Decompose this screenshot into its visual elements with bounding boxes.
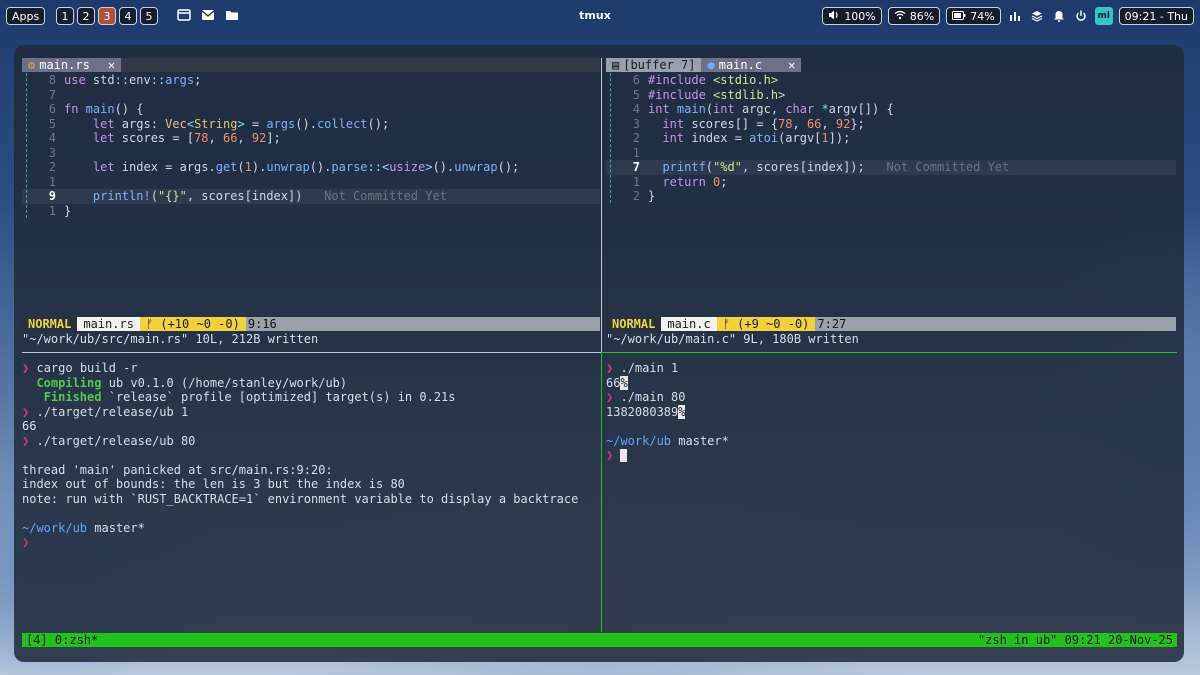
- apps-button[interactable]: Apps: [6, 7, 46, 25]
- workspace-switcher: 1 2 3 4 5: [56, 7, 158, 25]
- ml-badge[interactable]: ml: [1094, 7, 1113, 25]
- folder-icon[interactable]: [224, 7, 240, 23]
- git-diff-summary: ᚠ (+10 ~0 -0): [139, 317, 246, 331]
- wifi-indicator[interactable]: 86%: [887, 7, 941, 25]
- right-editor-tabbar: ▤ [buffer 7] ● main.c ✕: [606, 58, 896, 72]
- right-statusline: NORMAL main.c ᚠ (+9 ~0 -0) 7:27: [606, 317, 1176, 331]
- volume-value: 100%: [844, 9, 876, 23]
- top-panel: Apps 1 2 3 4 5 tmux 100% 86% 74% ml 09:2…: [0, 0, 1200, 32]
- statusline-filename: main.rs: [77, 317, 140, 331]
- workspace-2[interactable]: 2: [77, 7, 95, 25]
- pane-divider-vertical-bottom[interactable]: [601, 352, 602, 632]
- mode-indicator: NORMAL: [22, 317, 78, 331]
- layers-icon[interactable]: [1029, 8, 1045, 24]
- battery-icon: [952, 10, 966, 23]
- tab-label: [buffer 7]: [623, 58, 696, 72]
- battery-indicator[interactable]: 74%: [946, 7, 1001, 25]
- mode-indicator: NORMAL: [606, 317, 662, 331]
- volume-indicator[interactable]: 100%: [822, 7, 882, 25]
- text-cursor: [620, 449, 628, 462]
- system-tray: 100% 86% 74% ml 09:21 - Thu: [822, 7, 1194, 25]
- workspace-4[interactable]: 4: [119, 7, 137, 25]
- wifi-value: 86%: [909, 9, 935, 23]
- git-diff-summary: ᚠ (+9 ~0 -0): [716, 317, 816, 331]
- cursor-position: 7:27: [815, 317, 849, 331]
- bell-icon[interactable]: [1051, 8, 1067, 24]
- close-icon[interactable]: ✕: [788, 58, 795, 72]
- left-statusline: NORMAL main.rs ᚠ (+10 ~0 -0) 9:16: [22, 317, 600, 331]
- rust-file-icon: ⚙: [28, 58, 36, 72]
- tab-label: main.c: [718, 58, 763, 72]
- stats-icon[interactable]: [1007, 8, 1023, 24]
- workspace-3[interactable]: 3: [98, 7, 116, 25]
- tab-main-c[interactable]: ● main.c ✕: [701, 58, 802, 72]
- statusline-filename: main.c: [661, 317, 717, 331]
- tmux-status-right: "zsh in ub" 09:21 20-Nov-25: [977, 633, 1173, 647]
- speaker-icon: [828, 10, 840, 23]
- tab-label: main.rs: [39, 58, 90, 72]
- tab-buffer-7[interactable]: ▤ [buffer 7]: [606, 58, 702, 72]
- pane-divider-vertical-top[interactable]: [601, 58, 602, 352]
- terminal-window: ⚙ main.rs ✕ ▤ [buffer 7] ● main.c ✕ 8 use…: [14, 45, 1184, 662]
- tabbar-fill: [121, 58, 600, 72]
- power-icon[interactable]: [1073, 8, 1089, 24]
- pane-divider-horizontal-right[interactable]: [602, 352, 1177, 353]
- mail-icon[interactable]: [200, 7, 216, 23]
- git-blame-text: Not Committed Yet: [324, 189, 447, 203]
- git-blame-text: Not Committed Yet: [886, 160, 1010, 174]
- window-title: tmux: [579, 9, 611, 22]
- workspace-1[interactable]: 1: [56, 7, 74, 25]
- launcher-icons: [176, 7, 240, 23]
- right-cmdline: "~/work/ub/main.c" 9L, 180B written: [606, 332, 859, 346]
- wifi-icon: [894, 10, 906, 23]
- tab-main-rs[interactable]: ⚙ main.rs ✕: [22, 58, 122, 72]
- left-code-view[interactable]: 8 use std::env::args; 7 6 fn main() { 5 le…: [22, 73, 600, 218]
- close-icon[interactable]: ✕: [108, 58, 115, 72]
- cursor-position: 9:16: [245, 317, 279, 331]
- window-icon[interactable]: [176, 7, 192, 23]
- right-shell-pane[interactable]: ❯ ./main 1 66% ❯ ./main 80 1382080389% ~…: [606, 361, 1176, 463]
- tmux-status-bar: [4] 0:zsh* "zsh in ub" 09:21 20-Nov-25: [22, 633, 1177, 647]
- pane-divider-horizontal-left[interactable]: [22, 352, 601, 353]
- tmux-window-list[interactable]: [4] 0:zsh*: [22, 633, 98, 647]
- left-editor-tabbar: ⚙ main.rs ✕: [22, 58, 600, 72]
- workspace-5[interactable]: 5: [140, 7, 158, 25]
- right-code-view[interactable]: 6 #include <stdio.h> 5 #include <stdlib.h>…: [606, 73, 1176, 204]
- clock[interactable]: 09:21 - Thu: [1118, 7, 1194, 25]
- left-shell-pane[interactable]: ❯ cargo build -r Compiling ub v0.1.0 (/h…: [22, 361, 600, 550]
- file-icon: ▤: [612, 58, 620, 72]
- left-cmdline: "~/work/ub/src/main.rs" 10L, 212B writte…: [22, 332, 319, 346]
- c-file-icon: ●: [707, 58, 715, 72]
- battery-value: 74%: [970, 9, 995, 23]
